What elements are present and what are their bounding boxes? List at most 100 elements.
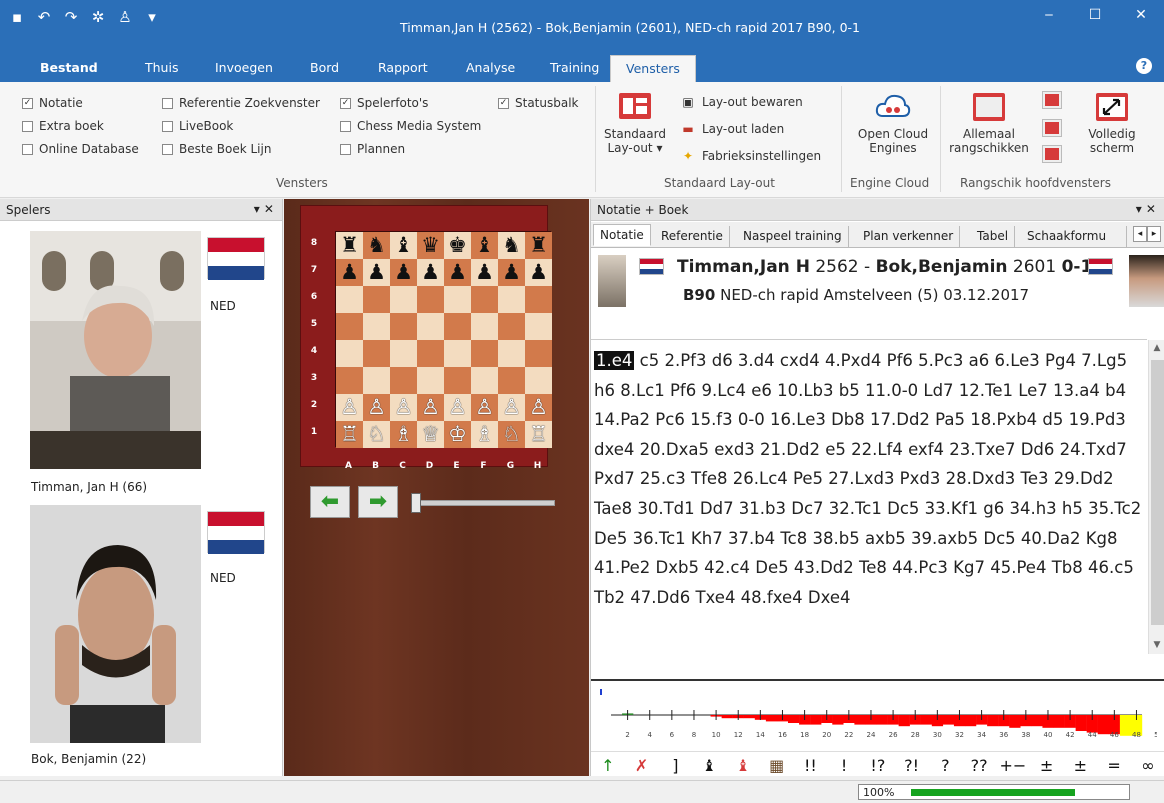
square-c7[interactable]: ♟ [390,259,417,286]
eval-bar[interactable] [965,715,977,727]
save-icon[interactable]: ▪ [8,8,26,26]
scroll-thumb[interactable] [1151,360,1164,625]
square-e2[interactable]: ♙ [444,394,471,421]
square-b8[interactable]: ♞ [363,232,390,259]
annotation-symbol[interactable]: ] [659,756,693,775]
eval-bar[interactable] [810,715,822,725]
square-c5[interactable] [390,313,417,340]
checkbox-statusbalk[interactable]: ✓ Statusbalk [498,96,579,110]
square-b7[interactable]: ♟ [363,259,390,286]
allemaal-rangschikken-button[interactable]: Allemaal rangschikken [948,90,1030,155]
eval-bar[interactable] [1053,715,1065,728]
tab-scroll-left-icon[interactable]: ◂ [1133,226,1147,242]
checkbox-plannen[interactable]: Plannen [340,142,405,156]
prev-move-button[interactable]: ⬅ [310,486,350,518]
square-g3[interactable] [498,367,525,394]
volledig-scherm-button[interactable]: Volledig scherm [1080,90,1144,155]
square-g7[interactable]: ♟ [498,259,525,286]
tab-plan-verkenner[interactable]: Plan verkenner [857,226,961,248]
square-g2[interactable]: ♙ [498,394,525,421]
annotation-symbol[interactable]: ▦ [760,756,794,775]
eval-bar[interactable] [987,715,999,727]
move-text[interactable]: c5 2.Pf3 d6 3.d4 cxd4 4.Pxd4 Pf6 5.Pc3 a… [594,351,1141,607]
zoom-control[interactable]: 100% [858,784,1130,800]
checkbox-referentie-zoekvenster[interactable]: Referentie Zoekvenster [162,96,320,110]
square-a5[interactable] [336,313,363,340]
square-e1[interactable]: ♔ [444,421,471,448]
square-e5[interactable] [444,313,471,340]
eval-bar[interactable] [942,715,955,725]
tab-training[interactable]: Training [550,60,599,75]
standaard-layout-button[interactable]: Standaard Lay-out ▾ [604,90,666,155]
layout-laden-button[interactable]: ▬ Lay-out laden [680,122,784,136]
checkbox-extra-boek[interactable]: Extra boek [22,119,104,133]
square-h3[interactable] [525,367,552,394]
square-e8[interactable]: ♚ [444,232,471,259]
current-move[interactable]: 1.e4 [594,351,635,370]
undo-icon[interactable]: ↶ [35,8,53,26]
annotation-symbol[interactable]: !? [861,756,895,775]
square-h8[interactable]: ♜ [525,232,552,259]
tab-invoegen[interactable]: Invoegen [215,60,273,75]
square-a7[interactable]: ♟ [336,259,363,286]
annotation-symbol[interactable]: ∞ [1131,756,1164,775]
square-f4[interactable] [471,340,498,367]
minimize-button[interactable]: ‒ [1026,0,1072,34]
person-icon[interactable]: ♙ [116,8,134,26]
close-button[interactable]: ✕ [1118,0,1164,34]
scroll-down-icon[interactable]: ▼ [1149,637,1164,654]
checkbox-spelerfotos[interactable]: ✓ Spelerfoto's [340,96,428,110]
eval-bar[interactable] [765,715,778,722]
annotation-symbol[interactable]: ?? [962,756,996,775]
redo-icon[interactable]: ↷ [62,8,80,26]
move-slider-handle[interactable] [411,493,421,513]
square-d6[interactable] [417,286,444,313]
customize-qat-icon[interactable]: ▾ [143,8,161,26]
tab-notatie[interactable]: Notatie [593,224,651,246]
square-a1[interactable]: ♖ [336,421,363,448]
square-h4[interactable] [525,340,552,367]
eval-bar[interactable] [920,715,933,725]
square-d4[interactable] [417,340,444,367]
square-e6[interactable] [444,286,471,313]
square-c3[interactable] [390,367,417,394]
tab-tabel[interactable]: Tabel [971,226,1016,248]
square-g1[interactable]: ♘ [498,421,525,448]
zoom-bar[interactable] [911,789,1075,796]
checkbox-chess-media-system[interactable]: Chess Media System [340,119,481,133]
eval-bar[interactable] [743,715,756,719]
checkbox-notatie[interactable]: ✓ Notatie [22,96,83,110]
square-c2[interactable]: ♙ [390,394,417,421]
square-d2[interactable]: ♙ [417,394,444,421]
arrange-stack-icon[interactable] [1042,119,1062,137]
eval-bar[interactable] [898,715,910,727]
eval-bar[interactable] [721,715,733,719]
eval-bar[interactable] [1075,715,1087,731]
square-e4[interactable] [444,340,471,367]
eval-bar[interactable] [1119,715,1132,736]
square-h6[interactable] [525,286,552,313]
square-b4[interactable] [363,340,390,367]
square-a8[interactable]: ♜ [336,232,363,259]
annotation-symbol[interactable]: ♝ [692,756,726,775]
square-b3[interactable] [363,367,390,394]
panel-controls[interactable]: ▾ ✕ [254,202,274,216]
square-d7[interactable]: ♟ [417,259,444,286]
tab-scroll-right-icon[interactable]: ▸ [1147,226,1161,242]
square-f5[interactable] [471,313,498,340]
square-b1[interactable]: ♘ [363,421,390,448]
square-a3[interactable] [336,367,363,394]
annotation-symbol[interactable]: ± [1064,756,1098,775]
eval-bar[interactable] [1009,715,1021,728]
layout-bewaren-button[interactable]: ▣ Lay-out bewaren [680,95,802,109]
eval-bar[interactable] [1031,715,1043,727]
square-f7[interactable]: ♟ [471,259,498,286]
move-list[interactable]: 1.e4 c5 2.Pf3 d6 3.d4 cxd4 4.Pxd4 Pf6 5.… [591,339,1147,653]
square-g8[interactable]: ♞ [498,232,525,259]
square-h7[interactable]: ♟ [525,259,552,286]
tab-naspeel-training[interactable]: Naspeel training [737,226,849,248]
tab-rapport[interactable]: Rapport [378,60,428,75]
fabrieksinstellingen-button[interactable]: ✦ Fabrieksinstellingen [680,149,821,163]
panel-controls[interactable]: ▾ ✕ [1136,202,1156,216]
eval-bar[interactable] [788,715,800,723]
